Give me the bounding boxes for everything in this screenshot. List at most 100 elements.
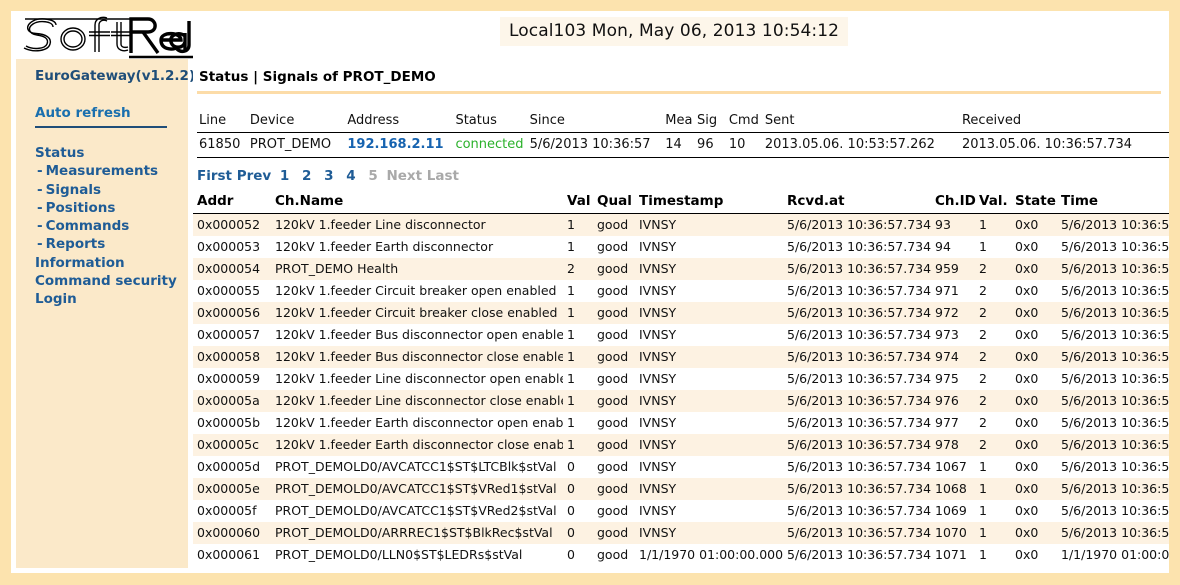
cell-since: 5/6/2013 10:36:57 — [527, 132, 664, 158]
sidebar-item-login[interactable]: Login — [16, 290, 188, 308]
cell-val2: 2 — [979, 371, 987, 386]
cell-time: 5/6/2013 10:36:57.734 — [1061, 305, 1180, 320]
table-row: 61850 PROT_DEMO 192.168.2.11 connected 5… — [197, 132, 1169, 158]
clock-display: Local103 Mon, May 06, 2013 10:54:12 — [500, 17, 849, 46]
cell-chid: 959 — [935, 261, 959, 276]
cell-sig: 96 — [695, 132, 727, 158]
cell-chname: 120kV 1.feeder Earth disconnector open e… — [275, 415, 563, 430]
sidebar-item-information[interactable]: Information — [16, 254, 188, 272]
sidebar-item-positions[interactable]: - Positions — [16, 199, 188, 217]
cell-timestamp: IVNSY — [639, 261, 677, 276]
cell-state: 0x0 — [1015, 305, 1039, 320]
pager-page-3[interactable]: 3 — [324, 168, 333, 184]
cell-chid: 93 — [935, 217, 951, 232]
cell-rcvdat: 5/6/2013 10:36:57.734 — [787, 261, 931, 276]
cell-time: 5/6/2013 10:36:57.734 — [1061, 283, 1180, 298]
cell-val2: 1 — [979, 525, 987, 540]
cell-state: 0x0 — [1015, 547, 1039, 562]
dash-icon: - — [37, 236, 43, 253]
cell-val2: 1 — [979, 459, 987, 474]
sidebar-item-label: Command security — [35, 273, 177, 290]
cell-chname: 120kV 1.feeder Line disconnector — [275, 217, 486, 232]
table-row: 0x000056 120kV 1.feeder Circuit breaker c… — [193, 302, 1180, 324]
pagination: First Prev 1 2 3 4 5 Next Last — [197, 168, 1169, 184]
brand-label: EuroGateway(v1.2.2) — [35, 68, 196, 84]
cell-state: 0x0 — [1015, 525, 1039, 540]
title-divider — [197, 91, 1161, 94]
cell-qual: good — [597, 217, 629, 232]
cell-chname: 120kV 1.feeder Earth disconnector close … — [275, 437, 563, 452]
cell-state: 0x0 — [1015, 459, 1039, 474]
cell-state: 0x0 — [1015, 437, 1039, 452]
cell-mea: 14 — [663, 132, 696, 158]
cell-chname: 120kV 1.feeder Bus disconnector close en… — [275, 349, 563, 364]
cell-chid: 976 — [935, 393, 959, 408]
cell-time: 5/6/2013 10:36:57.734 — [1061, 503, 1180, 518]
sidebar-nav: Status - Measurements - Signals - Positions… — [16, 144, 188, 309]
cell-rcvdat: 5/6/2013 10:36:57.734 — [787, 393, 931, 408]
sidebar-item-signals[interactable]: - Signals — [16, 181, 188, 199]
pager-first[interactable]: First — [197, 168, 232, 184]
sidebar-item-status[interactable]: Status — [16, 144, 188, 162]
cell-val2: 2 — [979, 437, 987, 452]
table-row: 0x000053 120kV 1.feeder Earth disconnecto… — [193, 236, 1180, 258]
cell-time: 5/6/2013 10:36:57.734 — [1061, 393, 1180, 408]
cell-rcvdat: 5/6/2013 10:36:57.734 — [787, 239, 931, 254]
sidebar-item-commands[interactable]: - Commands — [16, 217, 188, 235]
dash-icon: - — [37, 218, 43, 235]
cell-address-link[interactable]: 192.168.2.11 — [345, 132, 454, 158]
col-state: State — [1011, 193, 1057, 214]
cell-time: 5/6/2013 10:36:57.734 — [1061, 437, 1180, 452]
cell-val: 1 — [567, 327, 575, 342]
cell-timestamp: IVNSY — [639, 349, 677, 364]
sidebar-item-measurements[interactable]: - Measurements — [16, 162, 188, 180]
cell-time: 5/6/2013 10:36:57.734 — [1061, 217, 1180, 232]
cell-line: 61850 — [197, 132, 248, 158]
cell-state: 0x0 — [1015, 349, 1039, 364]
cell-rcvdat: 5/6/2013 10:36:57.734 — [787, 459, 931, 474]
pager-page-4[interactable]: 4 — [346, 168, 355, 184]
pager-next: Next — [386, 168, 423, 184]
logo-icon — [11, 11, 193, 59]
cell-val: 0 — [567, 459, 575, 474]
table-row: 0x00005a 120kV 1.feeder Line disconnector… — [193, 390, 1180, 412]
col-device: Device — [247, 111, 346, 133]
cell-chid: 1071 — [935, 547, 967, 562]
cell-timestamp: IVNSY — [639, 503, 677, 518]
pager-page-1[interactable]: 1 — [280, 168, 289, 184]
col-rcvdat: Rcvd.at — [783, 193, 931, 214]
cell-val2: 2 — [979, 283, 987, 298]
cell-chname: 120kV 1.feeder Circuit breaker close ena… — [275, 305, 558, 320]
col-since: Since — [527, 111, 664, 133]
signals-header-row: Addr Ch.Name Val Qual Timestamp Rcvd.at … — [193, 193, 1169, 214]
cell-qual: good — [597, 481, 629, 496]
signals-table: Addr Ch.Name Val Qual Timestamp Rcvd.at … — [193, 193, 1180, 566]
cell-val: 0 — [567, 525, 575, 540]
cell-chid: 94 — [935, 239, 951, 254]
cell-val2: 2 — [979, 261, 987, 276]
cell-qual: good — [597, 415, 629, 430]
cell-qual: good — [597, 239, 629, 254]
col-chid: Ch.ID — [931, 193, 976, 214]
cell-rcvdat: 5/6/2013 10:36:57.734 — [787, 525, 931, 540]
cell-state: 0x0 — [1015, 393, 1039, 408]
cell-timestamp: IVNSY — [639, 283, 677, 298]
cell-rcvdat: 5/6/2013 10:36:57.734 — [787, 217, 931, 232]
cell-chid: 972 — [935, 305, 959, 320]
table-row: 0x000059 120kV 1.feeder Line disconnector… — [193, 368, 1169, 390]
sidebar-item-reports[interactable]: - Reports — [16, 235, 188, 253]
cell-chname: PROT_DEMOLD0/AVCATCC1$ST$VRed2$stVal — [275, 503, 557, 518]
cell-time: 5/6/2013 10:36:57.734 — [1061, 415, 1180, 430]
cell-chname: 120kV 1.feeder Bus disconnector open ena… — [275, 327, 563, 342]
cell-received: 2013.05.06. 10:36:57.734 — [959, 132, 1169, 158]
cell-rcvdat: 5/6/2013 10:36:57.734 — [787, 305, 931, 320]
col-val2: Val. — [975, 193, 1011, 214]
cell-time: 5/6/2013 10:36:57.734 — [1061, 261, 1180, 276]
cell-time: 5/6/2013 10:36:57.734 — [1061, 239, 1180, 254]
pager-prev[interactable]: Prev — [237, 168, 272, 184]
auto-refresh-link[interactable]: Auto refresh — [35, 105, 167, 128]
cell-timestamp: IVNSY — [639, 437, 677, 452]
sidebar-item-command-security[interactable]: Command security — [16, 272, 188, 290]
col-qual: Qual — [593, 193, 635, 214]
pager-page-2[interactable]: 2 — [302, 168, 311, 184]
